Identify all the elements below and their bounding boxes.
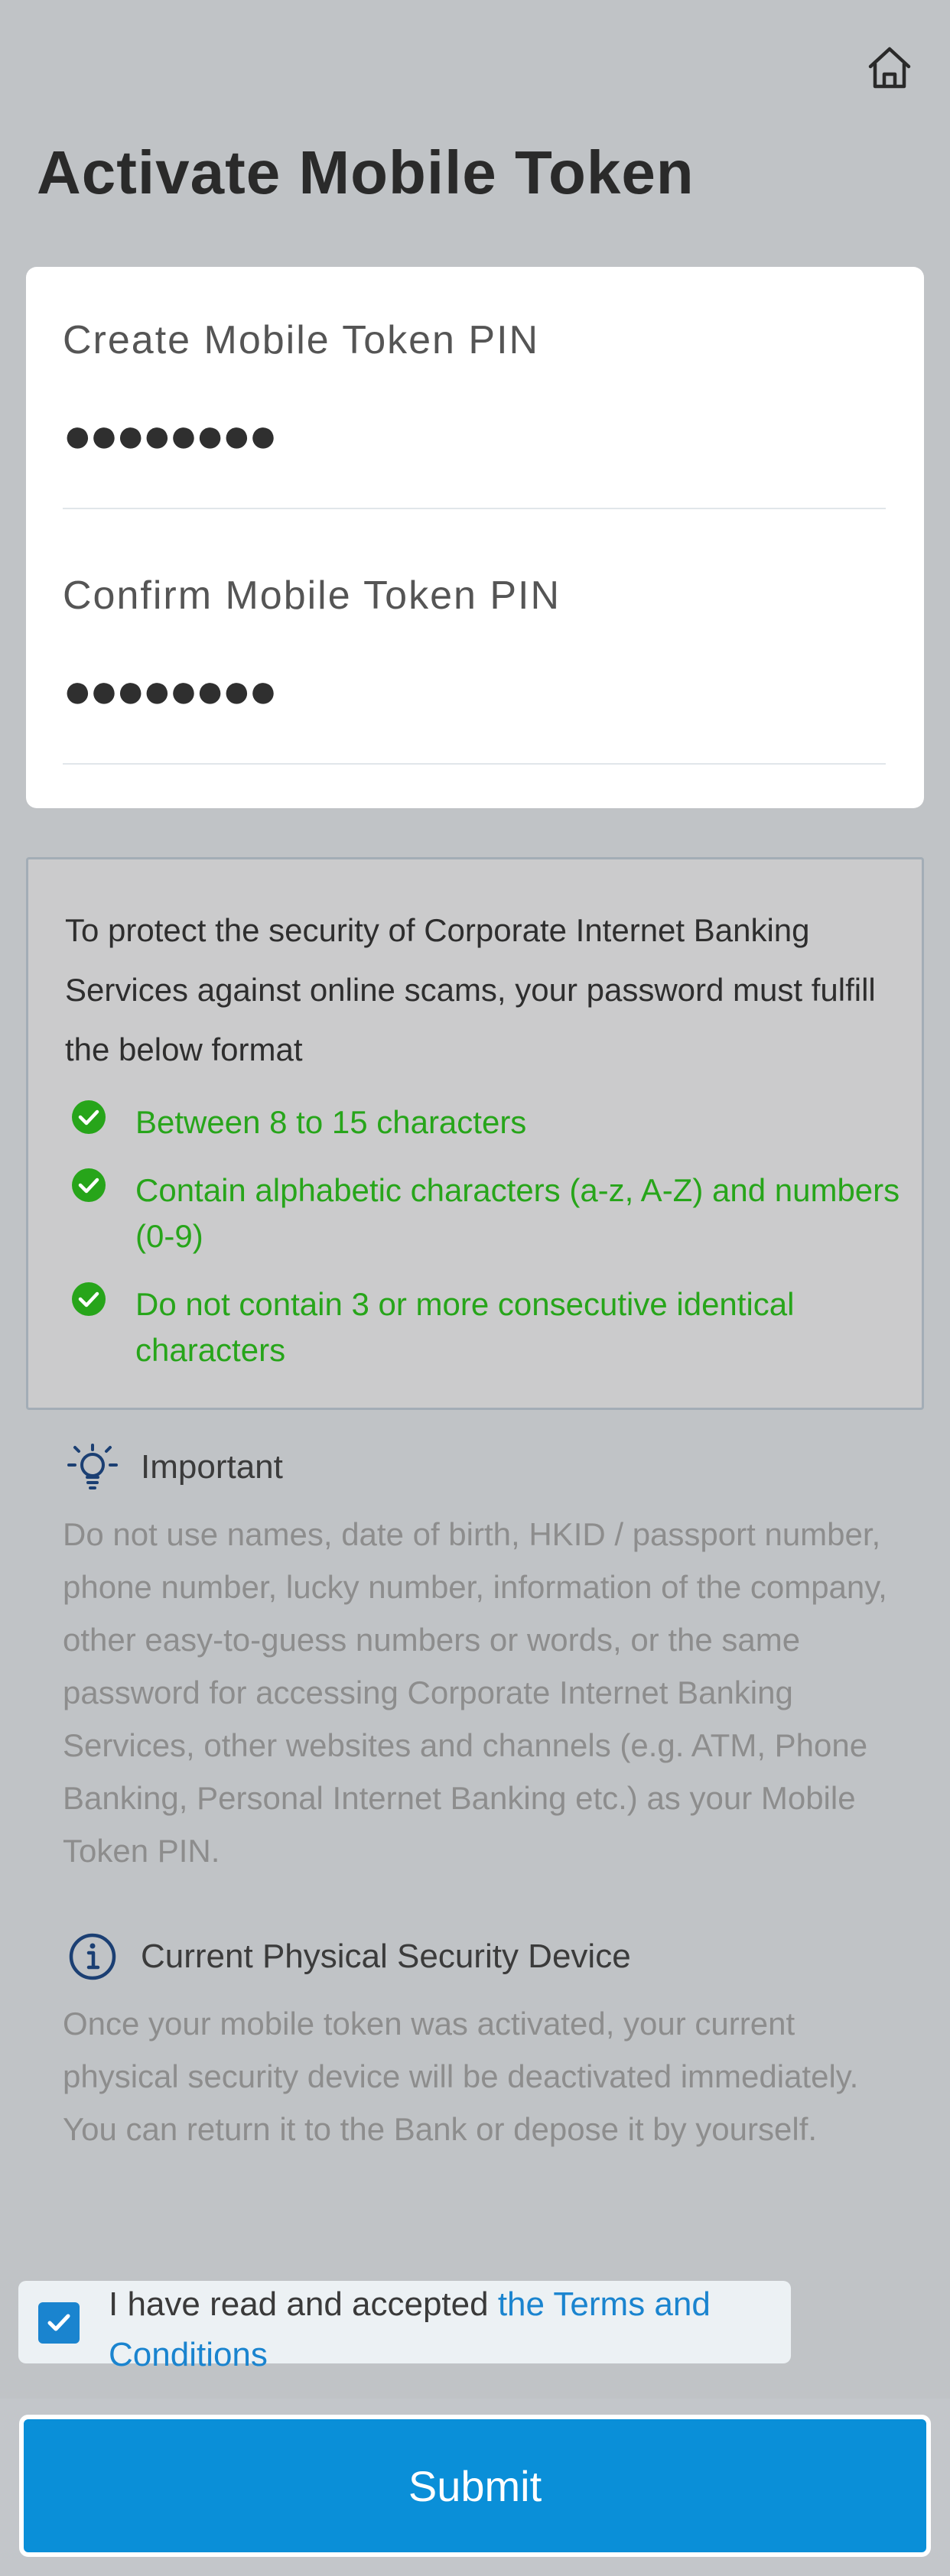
confirm-pin-label: Confirm Mobile Token PIN <box>63 573 561 618</box>
terms-row[interactable]: I have read and accepted the Terms and C… <box>18 2281 791 2373</box>
security-device-header: Current Physical Security Device <box>66 1931 631 1982</box>
rule-text: Contain alphabetic characters (a-z, A-Z)… <box>135 1172 900 1254</box>
terms-prefix: I have read and accepted <box>109 2285 498 2323</box>
create-pin-underline <box>63 508 886 509</box>
rule-item: Contain alphabetic characters (a-z, A-Z)… <box>71 1168 905 1259</box>
submit-button[interactable]: Submit <box>19 2415 931 2557</box>
important-header: Important <box>66 1442 283 1493</box>
home-button[interactable] <box>863 43 916 93</box>
pin-form-card: Create Mobile Token PIN ●●●●●●●● Confirm… <box>26 267 924 808</box>
security-device-body: Once your mobile token was activated, yo… <box>63 2006 859 2147</box>
password-rules-intro: To protect the security of Corporate Int… <box>65 912 876 1067</box>
create-pin-label: Create Mobile Token PIN <box>63 318 540 362</box>
important-body: Do not use names, date of birth, HKID / … <box>63 1516 887 1869</box>
confirm-pin-input[interactable] <box>63 655 886 732</box>
terms-text: I have read and accepted the Terms and C… <box>109 2279 782 2380</box>
check-circle-icon <box>72 1282 106 1316</box>
terms-checkbox[interactable] <box>38 2302 80 2344</box>
rule-text: Do not contain 3 or more consecutive ide… <box>135 1286 795 1368</box>
create-pin-input[interactable] <box>63 400 886 476</box>
home-icon <box>868 47 911 89</box>
rule-item: Do not contain 3 or more consecutive ide… <box>71 1282 905 1373</box>
security-device-title: Current Physical Security Device <box>141 1938 631 1975</box>
confirm-pin-underline <box>63 763 886 765</box>
info-icon <box>69 1933 116 1980</box>
rule-text: Between 8 to 15 characters <box>135 1104 527 1140</box>
create-pin-field[interactable]: Create Mobile Token PIN ●●●●●●●● <box>63 317 886 509</box>
important-title: Important <box>141 1448 283 1486</box>
password-rules-box: To protect the security of Corporate Int… <box>26 857 924 1410</box>
rule-item: Between 8 to 15 characters <box>71 1100 905 1145</box>
check-circle-icon <box>72 1168 106 1202</box>
lightbulb-icon <box>67 1444 118 1489</box>
check-circle-icon <box>72 1100 106 1134</box>
checkmark-icon <box>47 2314 70 2331</box>
confirm-pin-field[interactable]: Confirm Mobile Token PIN ●●●●●●●● <box>63 573 886 765</box>
page-title: Activate Mobile Token <box>37 138 695 206</box>
